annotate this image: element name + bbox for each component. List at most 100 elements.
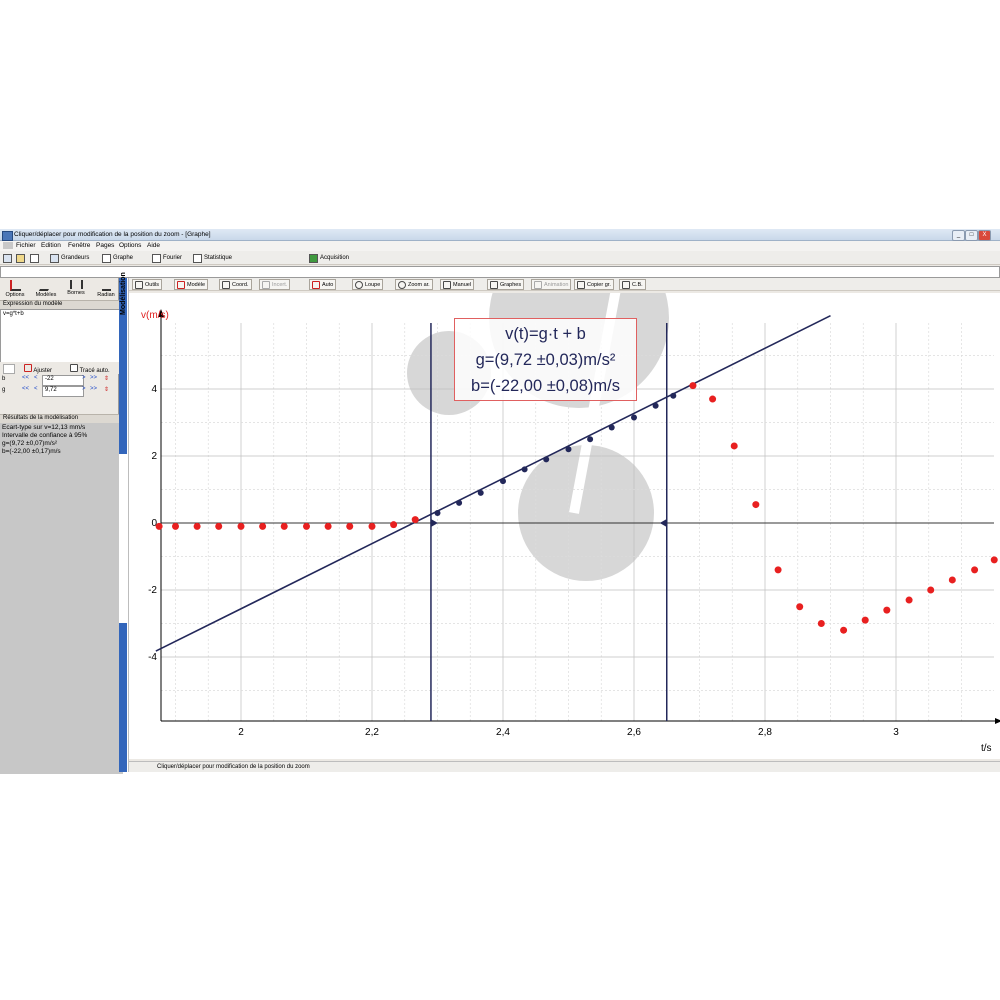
data-point-red bbox=[155, 522, 163, 530]
model-equation-box[interactable]: v(t)=g·t + b g=(9,72 ±0,03)m/s² b=(-22,0… bbox=[454, 318, 637, 401]
acquisition-button[interactable]: Acquisition bbox=[309, 253, 349, 263]
data-point-red bbox=[927, 586, 935, 594]
fit-controls: Ajuster Tracé auto. bbox=[0, 362, 119, 374]
fourier-button[interactable]: Fourier bbox=[152, 253, 182, 263]
copier-gr-button[interactable]: Copier gr. bbox=[574, 279, 614, 290]
data-point-red bbox=[237, 522, 245, 530]
graphes-button[interactable]: Graphes bbox=[487, 279, 525, 290]
data-point-red bbox=[840, 626, 848, 634]
trace-auto-checkbox[interactable]: Tracé auto. bbox=[70, 364, 110, 374]
radian-tool[interactable]: Radian bbox=[91, 278, 121, 300]
coord-label: Coord. bbox=[232, 281, 249, 288]
trace-auto-label: Tracé auto. bbox=[79, 368, 110, 374]
param-g-spin-icon[interactable]: ⇕ bbox=[104, 386, 109, 393]
menu-options[interactable]: Options bbox=[119, 242, 141, 249]
modeles-label: Modèles bbox=[35, 292, 57, 298]
data-point-red bbox=[411, 516, 419, 524]
modeles-tool[interactable]: Modèles bbox=[31, 278, 61, 300]
x-tick-label: 3 bbox=[893, 727, 899, 738]
menu-fichier[interactable]: Fichier bbox=[16, 242, 36, 249]
check-icon[interactable] bbox=[3, 364, 15, 374]
graphes-label: Graphes bbox=[500, 281, 522, 288]
bornes-tool[interactable]: Bornes bbox=[61, 278, 91, 300]
cb-label: C.B. bbox=[632, 281, 643, 288]
menu-pages[interactable]: Pages bbox=[96, 242, 114, 249]
animation-label: Animation bbox=[544, 281, 569, 288]
y-tick-label: 2 bbox=[151, 451, 157, 462]
formula-input[interactable] bbox=[0, 266, 1000, 278]
param-g-decrease[interactable]: < bbox=[34, 386, 38, 392]
data-point-red bbox=[390, 521, 398, 529]
model-equation-line: v(t)=g·t + b bbox=[505, 325, 586, 343]
param-g-increase-fast[interactable]: >> bbox=[90, 386, 97, 392]
refresh-icon[interactable] bbox=[30, 253, 39, 263]
app-icon bbox=[2, 231, 13, 241]
minimize-button[interactable]: _ bbox=[952, 230, 965, 241]
param-b-input[interactable]: -22 bbox=[42, 375, 84, 386]
ajuster-button[interactable]: Ajuster bbox=[24, 364, 52, 374]
data-point-red bbox=[990, 556, 998, 564]
data-point-red bbox=[368, 522, 376, 530]
result-line: Ecart-type sur v=12,13 mm/s bbox=[2, 424, 86, 431]
data-point-fitted bbox=[631, 414, 637, 421]
x-tick-label: 2 bbox=[238, 727, 244, 738]
manuel-label: Manuel bbox=[453, 281, 472, 288]
modelisation-vertical-label: Modélisation bbox=[120, 272, 127, 315]
zoom-ar-label: Zoom ar. bbox=[408, 281, 430, 288]
grandeurs-button[interactable]: Grandeurs bbox=[50, 253, 89, 263]
data-point-red bbox=[730, 442, 738, 450]
param-b-increase[interactable]: > bbox=[82, 375, 86, 381]
param-g-increase[interactable]: > bbox=[82, 386, 86, 392]
data-point-red bbox=[774, 566, 782, 574]
data-point-red bbox=[324, 522, 332, 530]
statistique-label: Statistique bbox=[204, 255, 233, 261]
data-point-red bbox=[172, 522, 179, 530]
panel-splitter[interactable] bbox=[119, 278, 129, 772]
data-point-red bbox=[709, 395, 717, 403]
param-b-decrease-fast[interactable]: << bbox=[22, 375, 29, 381]
save-icon[interactable] bbox=[3, 253, 12, 263]
cb-button[interactable]: C.B. bbox=[619, 279, 646, 290]
maximize-button[interactable]: □ bbox=[965, 230, 978, 241]
auto-button[interactable]: Auto bbox=[309, 279, 337, 290]
incert-button[interactable]: Incert. bbox=[259, 279, 291, 290]
data-point-red bbox=[346, 522, 354, 530]
param-g-input[interactable]: 9,72 bbox=[42, 386, 84, 397]
expression-editor[interactable]: v=g*t+b bbox=[0, 309, 125, 363]
param-g-decrease-fast[interactable]: << bbox=[22, 386, 29, 392]
graphe-button[interactable]: Graphe bbox=[102, 253, 133, 263]
acquisition-label: Acquisition bbox=[320, 255, 350, 261]
zoom-ar-button[interactable]: Zoom ar. bbox=[395, 279, 433, 290]
copier-gr-label: Copier gr. bbox=[587, 281, 611, 288]
graph-toolbar: Outils Modèle Coord. Incert. Auto Loupe … bbox=[129, 278, 1000, 291]
x-tick-label: 2,2 bbox=[365, 727, 379, 738]
options-tool[interactable]: Options bbox=[0, 278, 30, 300]
modele-button[interactable]: Modèle bbox=[174, 279, 209, 290]
param-b-decrease[interactable]: < bbox=[34, 375, 38, 381]
param-b-increase-fast[interactable]: >> bbox=[90, 375, 97, 381]
system-menu-icon[interactable] bbox=[3, 242, 13, 249]
loupe-button[interactable]: Loupe bbox=[352, 279, 384, 290]
param-b-spin-icon[interactable]: ⇕ bbox=[104, 375, 109, 382]
menu-aide[interactable]: Aide bbox=[147, 242, 160, 249]
y-axis-label: v(m/s) bbox=[141, 310, 169, 321]
data-point-fitted bbox=[587, 436, 594, 443]
options-icon bbox=[9, 280, 21, 291]
x-tick-label: 2,8 bbox=[758, 727, 772, 738]
expression-text: v=g*t+b bbox=[3, 311, 24, 317]
animation-button[interactable]: Animation bbox=[531, 279, 572, 290]
data-point-red bbox=[259, 522, 267, 530]
manuel-button[interactable]: Manuel bbox=[440, 279, 475, 290]
close-button[interactable]: X bbox=[978, 230, 991, 241]
menu-edition[interactable]: Edition bbox=[41, 242, 61, 249]
menu-bar: Fichier Edition Fenêtre Pages Options Ai… bbox=[0, 241, 1000, 251]
radian-icon bbox=[101, 280, 111, 291]
coord-button[interactable]: Coord. bbox=[219, 279, 252, 290]
outils-button[interactable]: Outils bbox=[132, 279, 163, 290]
menu-fenetre[interactable]: Fenêtre bbox=[68, 242, 90, 249]
statistique-button[interactable]: Statistique bbox=[193, 253, 232, 263]
data-point-fitted bbox=[652, 402, 659, 409]
modele-label: Modèle bbox=[187, 281, 206, 288]
data-point-red bbox=[905, 596, 913, 604]
open-icon[interactable] bbox=[16, 253, 25, 263]
